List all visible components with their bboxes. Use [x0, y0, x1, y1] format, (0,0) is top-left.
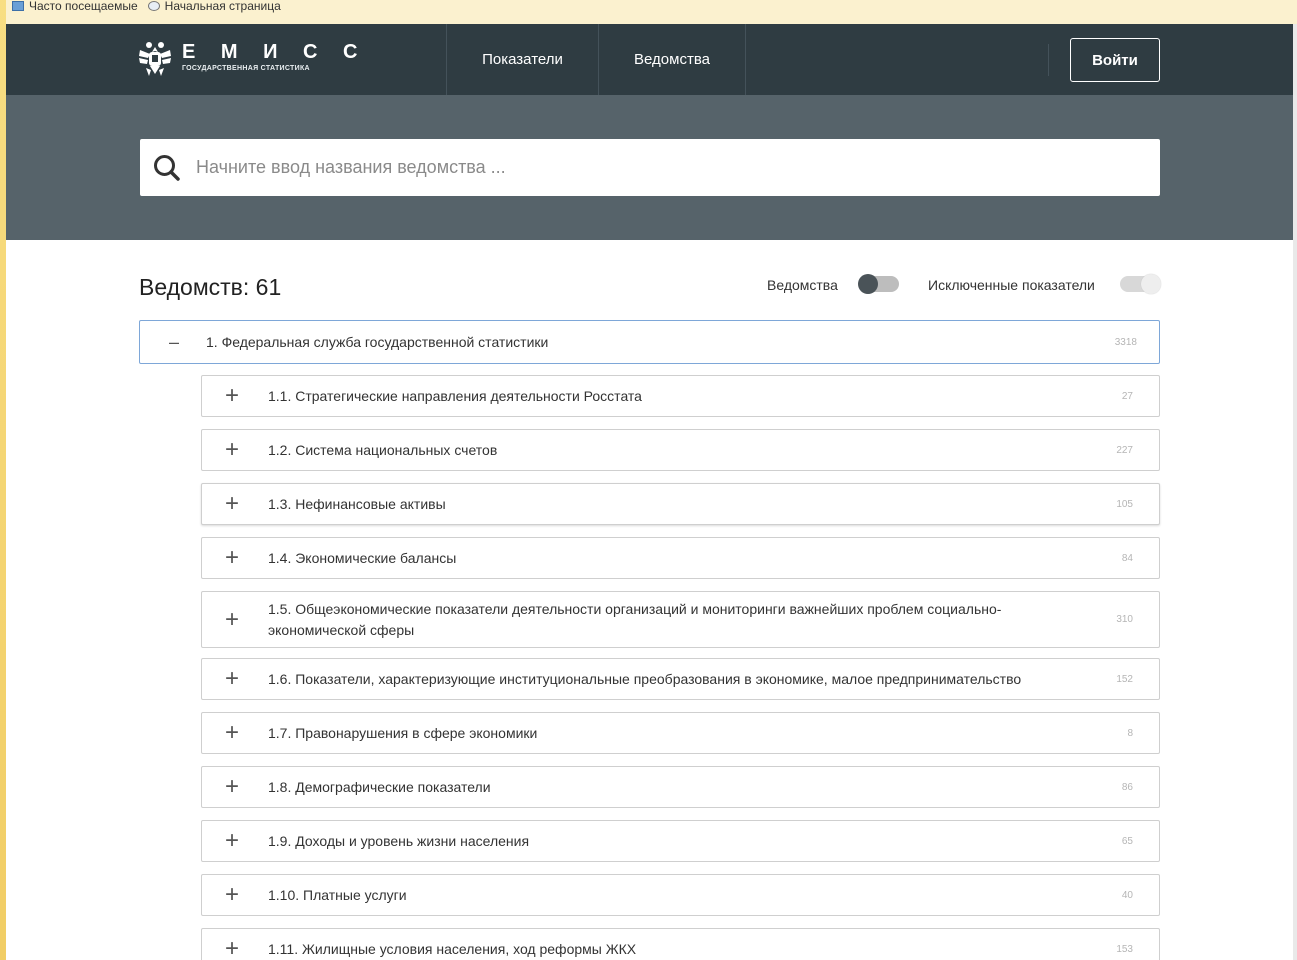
- departments-toggle[interactable]: [858, 274, 899, 294]
- indicator-count: 27: [1121, 390, 1133, 402]
- indicator-count: 105: [1116, 498, 1133, 510]
- expand-icon[interactable]: +: [222, 937, 242, 960]
- indicator-count: 3318: [1114, 336, 1137, 348]
- section-row[interactable]: + 1.2. Система национальных счетов 227: [201, 429, 1160, 471]
- search-icon: [154, 154, 180, 181]
- nav-indicators[interactable]: Показатели: [447, 24, 598, 95]
- expand-icon[interactable]: +: [222, 492, 242, 516]
- section-label: 1.8. Демографические показатели: [268, 778, 491, 795]
- section-label: 1.6. Показатели, характеризующие институ…: [268, 670, 1022, 687]
- collapse-icon[interactable]: –: [164, 332, 184, 352]
- toggle-knob: [1141, 274, 1161, 294]
- expand-icon[interactable]: +: [222, 438, 242, 462]
- section-label: 1.1. Стратегические направления деятельн…: [268, 387, 642, 404]
- expand-icon[interactable]: +: [222, 546, 242, 570]
- department-label: 1. Федеральная служба государственной ст…: [206, 333, 549, 350]
- logo-subtitle: ГОСУДАРСТВЕННАЯ СТАТИСТИКА: [182, 65, 310, 72]
- nav-divider: [745, 24, 746, 95]
- browser-window: Е М И С С ГОСУДАРСТВЕННАЯ СТАТИСТИКА Пок…: [6, 24, 1293, 960]
- section-label: 1.2. Система национальных счетов: [268, 441, 498, 458]
- expand-icon[interactable]: +: [222, 829, 242, 853]
- expand-icon[interactable]: +: [222, 721, 242, 745]
- bookmark-home[interactable]: Начальная страница: [147, 0, 281, 13]
- indicator-count: 86: [1121, 781, 1133, 793]
- bookmark-folder-icon: [12, 1, 24, 11]
- department-row-rosstat[interactable]: – 1. Федеральная служба государственной …: [139, 320, 1160, 364]
- search-section: [6, 95, 1293, 240]
- expand-icon[interactable]: +: [222, 883, 242, 907]
- toggle-knob: [858, 274, 878, 294]
- bookmark-label: Начальная страница: [164, 0, 281, 13]
- section-row[interactable]: + 1.4. Экономические балансы 84: [201, 537, 1160, 579]
- indicator-count: 153: [1116, 943, 1133, 955]
- expand-icon[interactable]: +: [222, 667, 242, 691]
- bookmarks-bar: Часто посещаемые Начальная страница: [6, 0, 1297, 24]
- section-label: 1.11. Жилищные условия населения, ход ре…: [268, 940, 637, 957]
- top-navigation: Е М И С С ГОСУДАРСТВЕННАЯ СТАТИСТИКА Пок…: [6, 24, 1293, 95]
- nav-departments[interactable]: Ведомства: [599, 24, 745, 95]
- eagle-emblem-icon: [139, 42, 171, 76]
- section-row[interactable]: + 1.11. Жилищные условия населения, ход …: [201, 928, 1160, 960]
- section-row[interactable]: + 1.3. Нефинансовые активы 105: [201, 483, 1160, 525]
- section-row[interactable]: + 1.1. Стратегические направления деятел…: [201, 375, 1160, 417]
- section-row[interactable]: + 1.6. Показатели, характеризующие инсти…: [201, 658, 1160, 700]
- section-row[interactable]: + 1.7. Правонарушения в сфере экономики …: [201, 712, 1160, 754]
- department-search-input[interactable]: [196, 157, 1096, 178]
- section-row[interactable]: + 1.5. Общеэкономические показатели деят…: [201, 591, 1160, 648]
- nav-divider: [1048, 44, 1049, 76]
- section-label: 1.4. Экономические балансы: [268, 549, 457, 566]
- indicator-count: 8: [1127, 727, 1133, 739]
- section-label: 1.9. Доходы и уровень жизни населения: [268, 832, 530, 849]
- indicator-count: 152: [1116, 673, 1133, 685]
- logo-title: Е М И С С: [182, 41, 368, 63]
- site-logo[interactable]: Е М И С С ГОСУДАРСТВЕННАЯ СТАТИСТИКА: [138, 38, 368, 78]
- section-row[interactable]: + 1.10. Платные услуги 40: [201, 874, 1160, 916]
- indicator-count: 40: [1121, 889, 1133, 901]
- expand-icon[interactable]: +: [222, 607, 242, 631]
- section-label: 1.7. Правонарушения в сфере экономики: [268, 724, 538, 741]
- bookmark-label: Часто посещаемые: [29, 0, 138, 13]
- indicator-count: 310: [1116, 614, 1133, 625]
- search-box[interactable]: [140, 139, 1160, 196]
- bookmark-frequent[interactable]: Часто посещаемые: [12, 0, 138, 13]
- section-label: 1.10. Платные услуги: [268, 886, 407, 903]
- section-label: 1.5. Общеэкономические показатели деятел…: [268, 600, 1002, 638]
- toggle-label-excluded: Исключенные показатели: [928, 277, 1095, 293]
- section-label: 1.3. Нефинансовые активы: [268, 495, 446, 512]
- departments-count: Ведомств: 61: [139, 274, 282, 300]
- section-row[interactable]: + 1.8. Демографические показатели 86: [201, 766, 1160, 808]
- scrollbar[interactable]: [1293, 24, 1297, 960]
- indicator-count: 227: [1116, 444, 1133, 456]
- toggle-label-departments: Ведомства: [767, 277, 838, 293]
- section-row[interactable]: + 1.9. Доходы и уровень жизни населения …: [201, 820, 1160, 862]
- expand-icon[interactable]: +: [222, 384, 242, 408]
- indicator-count: 84: [1121, 552, 1133, 564]
- login-button[interactable]: Войти: [1070, 38, 1160, 82]
- globe-icon: [147, 1, 160, 11]
- expand-icon[interactable]: +: [222, 775, 242, 799]
- excluded-indicators-toggle[interactable]: [1120, 274, 1161, 294]
- indicator-count: 65: [1121, 835, 1133, 847]
